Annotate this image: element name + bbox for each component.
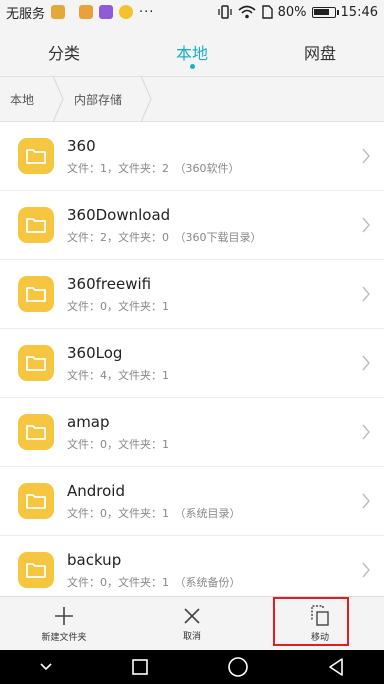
breadcrumb-internal-storage[interactable]: 内部存储	[64, 77, 140, 121]
chevron-right-icon	[362, 148, 370, 164]
breadcrumb-local[interactable]: 本地	[0, 77, 52, 121]
home-icon[interactable]	[227, 656, 249, 678]
folder-meta: 文件：0，文件夹：1	[67, 299, 169, 313]
status-bar: 无服务 ··· 80% 15:46	[0, 0, 384, 24]
folder-meta: 文件：0，文件夹：1	[67, 437, 169, 451]
active-tab-indicator	[190, 64, 195, 69]
folder-meta: 文件：2，文件夹：0 （360下载目录）	[67, 230, 262, 244]
folder-name: backup	[67, 550, 122, 569]
tab-cloud[interactable]: 网盘	[256, 24, 384, 76]
system-nav-bar	[0, 650, 384, 684]
chevron-right-icon	[362, 217, 370, 233]
folder-icon	[18, 207, 54, 243]
breadcrumb-separator	[140, 76, 152, 122]
folder-name: 360Log	[67, 343, 123, 362]
chevron-right-icon	[362, 424, 370, 440]
new-folder-button[interactable]: 新建文件夹	[0, 597, 128, 650]
battery-percent: 80%	[277, 4, 307, 20]
tab-category[interactable]: 分类	[0, 24, 128, 76]
chevron-right-icon	[362, 493, 370, 509]
chevron-right-icon	[362, 355, 370, 371]
folder-meta: 文件：0，文件夹：1 （系统目录）	[67, 506, 241, 520]
folder-icon	[18, 414, 54, 450]
folder-row[interactable]: 360Download 文件：2，文件夹：0 （360下载目录）	[0, 191, 384, 260]
vibrate-icon	[217, 5, 232, 19]
recents-icon[interactable]	[131, 658, 149, 676]
folder-meta: 文件：4，文件夹：1	[67, 368, 169, 382]
folder-name: 360	[67, 136, 96, 155]
cancel-button[interactable]: 取消	[128, 597, 256, 650]
folder-icon	[18, 345, 54, 381]
folder-row[interactable]: 360 文件：1，文件夹：2 （360软件）	[0, 122, 384, 191]
app-notification-icon	[119, 5, 134, 19]
app-notification-icon	[79, 5, 94, 19]
back-icon[interactable]	[327, 657, 345, 677]
move-button[interactable]: 移动	[256, 597, 384, 650]
app-notification-icon	[51, 5, 66, 19]
tab-local[interactable]: 本地	[128, 24, 256, 76]
sim-icon	[261, 5, 273, 19]
folder-meta: 文件：1，文件夹：2 （360软件）	[67, 161, 240, 175]
folder-name: 360freewifi	[67, 274, 152, 293]
app-notification-icon	[99, 5, 114, 19]
folder-icon	[18, 138, 54, 174]
folder-name: 360Download	[67, 205, 171, 224]
carrier-text: 无服务	[6, 6, 46, 22]
battery-icon	[311, 6, 339, 18]
folder-icon	[18, 276, 54, 312]
folder-name: amap	[67, 412, 110, 431]
breadcrumb: 本地 内部存储	[0, 76, 384, 122]
wifi-icon	[238, 5, 256, 19]
folder-row[interactable]: 360Log 文件：4，文件夹：1	[0, 329, 384, 398]
folder-row[interactable]: Android 文件：0，文件夹：1 （系统目录）	[0, 467, 384, 536]
folder-icon	[18, 552, 54, 588]
tab-bar: 分类 本地 网盘	[0, 24, 384, 76]
breadcrumb-separator	[52, 76, 64, 122]
chevron-down-icon[interactable]	[39, 662, 53, 672]
more-notifications-icon: ···	[139, 4, 155, 20]
action-bar: 新建文件夹 取消 移动	[0, 596, 384, 650]
folder-row[interactable]: backup 文件：0，文件夹：1 （系统备份）	[0, 536, 384, 596]
plus-icon	[55, 606, 73, 625]
folder-meta: 文件：0，文件夹：1 （系统备份）	[67, 575, 241, 589]
close-icon	[184, 607, 200, 624]
move-icon	[311, 604, 329, 626]
folder-icon	[18, 483, 54, 519]
folder-row[interactable]: amap 文件：0，文件夹：1	[0, 398, 384, 467]
chevron-right-icon	[362, 286, 370, 302]
folder-name: Android	[67, 481, 125, 500]
folder-row[interactable]: 360freewifi 文件：0，文件夹：1	[0, 260, 384, 329]
clock: 15:46	[340, 4, 378, 20]
chevron-right-icon	[362, 562, 370, 578]
folder-list: 360 文件：1，文件夹：2 （360软件） 360Download 文件：2，…	[0, 122, 384, 596]
